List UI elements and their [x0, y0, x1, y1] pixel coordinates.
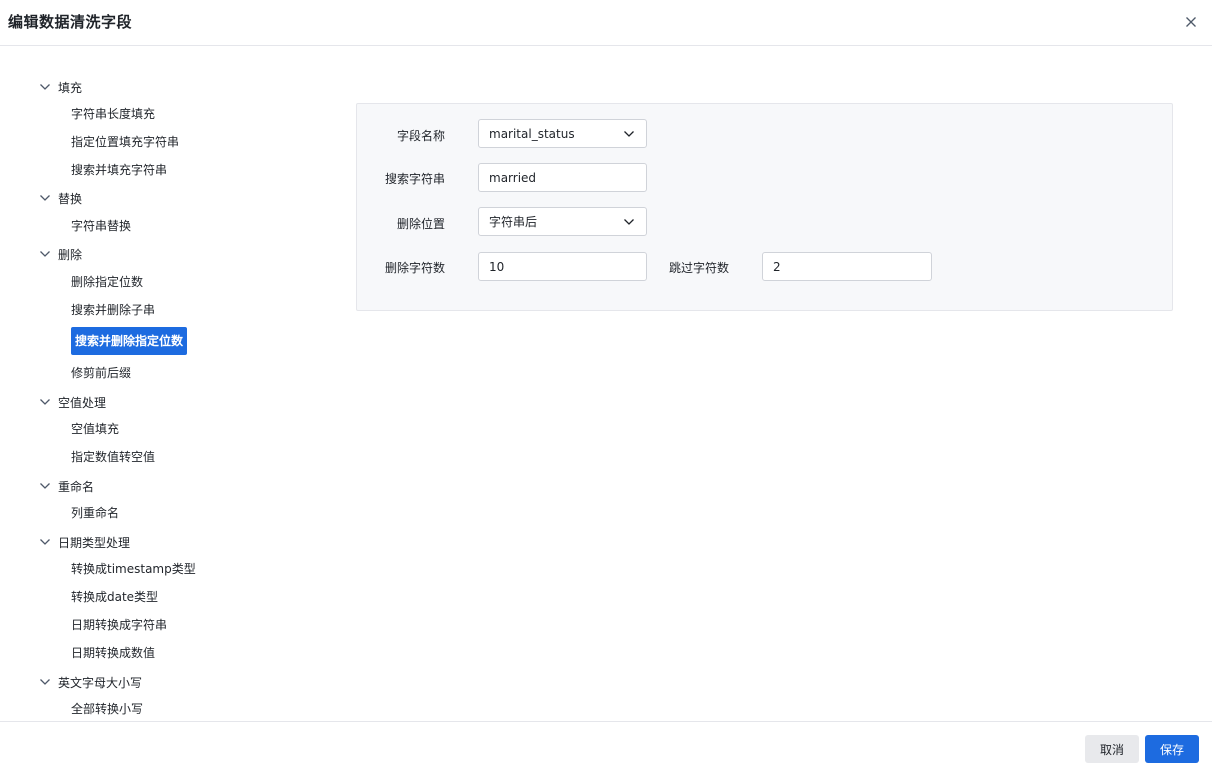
delete-chars-value: 10: [489, 259, 505, 274]
tree-item-date-to-number[interactable]: 日期转换成数值: [71, 643, 155, 663]
delete-position-label: 删除位置: [396, 217, 445, 231]
chevron-down-icon: [40, 399, 50, 405]
tree-item-column-rename[interactable]: 列重命名: [71, 503, 119, 523]
chevron-down-icon: [40, 539, 50, 545]
tree-group-label: 重命名: [58, 479, 95, 494]
skip-chars-input[interactable]: 2: [762, 252, 932, 281]
chevron-down-icon: [624, 130, 634, 137]
cancel-button[interactable]: 取消: [1085, 735, 1139, 763]
tree-group-date-handling[interactable]: 日期类型处理: [38, 532, 130, 552]
tree-item-delete-digits[interactable]: 删除指定位数: [71, 272, 143, 292]
save-button[interactable]: 保存: [1145, 735, 1199, 763]
dialog-header: 编辑数据清洗字段: [0, 0, 1212, 46]
field-name-value: marital_status: [489, 126, 575, 141]
chevron-down-icon: [40, 195, 50, 201]
skip-chars-value: 2: [773, 259, 781, 274]
search-string-input[interactable]: married: [478, 163, 647, 192]
dialog-footer: 取消 保存: [0, 721, 1212, 767]
tree-item-to-date[interactable]: 转换成date类型: [71, 587, 158, 607]
field-name-select[interactable]: marital_status: [478, 119, 647, 148]
chevron-down-icon: [40, 251, 50, 257]
tree-item-string-replace[interactable]: 字符串替换: [71, 216, 131, 236]
chevron-down-icon: [624, 218, 634, 225]
tree-item-string-length-pad[interactable]: 字符串长度填充: [71, 104, 155, 124]
tree-item-to-timestamp[interactable]: 转换成timestamp类型: [71, 559, 196, 579]
search-string-label: 搜索字符串: [384, 172, 445, 186]
tree-group-letter-case[interactable]: 英文字母大小写: [38, 672, 142, 692]
delete-chars-input[interactable]: 10: [478, 252, 647, 281]
field-name-label: 字段名称: [396, 129, 445, 143]
tree-item-search-delete-digits[interactable]: 搜索并删除指定位数: [71, 327, 188, 355]
config-form-panel: 字段名称 marital_status 搜索字符串 married 删除位置 字…: [356, 103, 1173, 311]
chevron-down-icon: [40, 679, 50, 685]
tree-group-rename[interactable]: 重命名: [38, 476, 94, 496]
tree-group-replace[interactable]: 替换: [38, 188, 82, 208]
tree-item-value-to-null[interactable]: 指定数值转空值: [71, 447, 155, 467]
tree-group-fill[interactable]: 填充: [38, 77, 82, 97]
tree-item-search-delete-substring[interactable]: 搜索并删除子串: [71, 300, 155, 320]
tree-item-all-lowercase[interactable]: 全部转换小写: [71, 699, 143, 719]
tree-group-delete[interactable]: 删除: [38, 244, 82, 264]
tree-group-label: 空值处理: [58, 395, 107, 410]
chevron-down-icon: [40, 84, 50, 90]
delete-position-value: 字符串后: [489, 215, 538, 229]
tree-item-null-fill[interactable]: 空值填充: [71, 419, 119, 439]
chevron-down-icon: [40, 483, 50, 489]
tree-item-trim-affixes[interactable]: 修剪前后缀: [71, 363, 131, 383]
tree-group-label: 删除: [58, 247, 83, 262]
tree-group-label: 填充: [58, 80, 83, 95]
tree-item-date-to-string[interactable]: 日期转换成字符串: [71, 615, 167, 635]
tree-group-label: 日期类型处理: [58, 535, 131, 550]
tree-group-label: 替换: [58, 191, 83, 206]
tree-group-label: 英文字母大小写: [58, 675, 143, 690]
delete-position-select[interactable]: 字符串后: [478, 207, 647, 236]
dialog-title: 编辑数据清洗字段: [8, 13, 133, 31]
tree-item-position-pad[interactable]: 指定位置填充字符串: [71, 132, 179, 152]
close-icon[interactable]: [1182, 13, 1200, 31]
tree-group-null-handling[interactable]: 空值处理: [38, 392, 106, 412]
operation-tree: 填充 字符串长度填充 指定位置填充字符串 搜索并填充字符串 替换 字符串替换 删…: [0, 46, 340, 722]
search-string-value: married: [489, 170, 537, 185]
delete-chars-label: 删除字符数: [384, 261, 445, 275]
tree-item-search-pad[interactable]: 搜索并填充字符串: [71, 160, 167, 180]
skip-chars-label: 跳过字符数: [669, 261, 730, 275]
